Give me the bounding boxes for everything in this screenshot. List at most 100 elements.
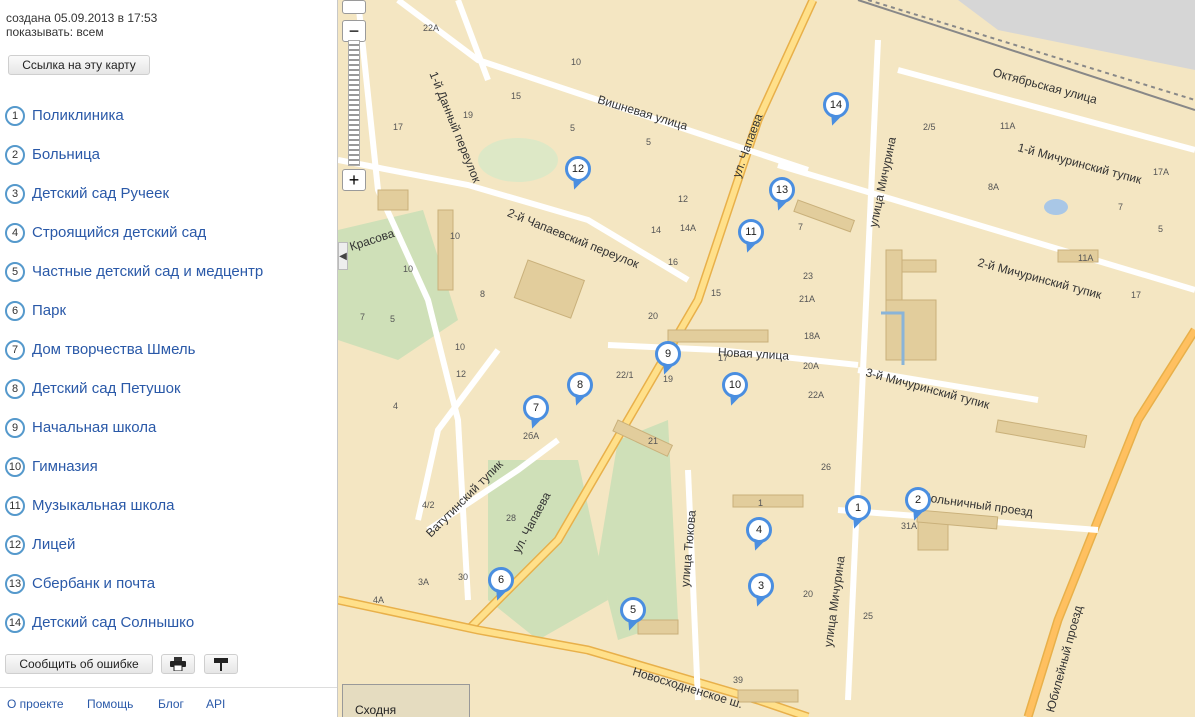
sidebar: создана 05.09.2013 в 17:53 показывать: в… bbox=[0, 0, 338, 717]
map-marker[interactable]: 11 bbox=[738, 219, 764, 245]
map-marker[interactable]: 6 bbox=[488, 567, 514, 593]
place-item[interactable]: 6 Парк bbox=[5, 291, 263, 330]
collapse-sidebar-button[interactable]: ◀ bbox=[338, 242, 348, 270]
place-number: 2 bbox=[5, 144, 25, 165]
svg-text:10: 10 bbox=[403, 264, 413, 274]
svg-text:19: 19 bbox=[463, 110, 473, 120]
place-link[interactable]: Лицей bbox=[32, 536, 75, 553]
svg-text:16: 16 bbox=[668, 257, 678, 267]
place-link[interactable]: Больница bbox=[32, 146, 100, 163]
embed-button[interactable] bbox=[204, 654, 238, 674]
place-link[interactable]: Частные детский сад и медцентр bbox=[32, 263, 263, 280]
help-link[interactable]: Помощь bbox=[87, 697, 133, 711]
svg-text:2/5: 2/5 bbox=[923, 122, 936, 132]
place-item[interactable]: 2 Больница bbox=[5, 135, 263, 174]
svg-text:10: 10 bbox=[450, 231, 460, 241]
print-button[interactable] bbox=[161, 654, 195, 674]
place-link[interactable]: Парк bbox=[32, 302, 66, 319]
map-marker[interactable]: 7 bbox=[523, 395, 549, 421]
map-canvas[interactable]: 22А 10 15 5 5 12 14А 14 16 20 19 22/1 17 15 23 21А 18А 20… bbox=[338, 0, 1195, 717]
map-marker[interactable]: 10 bbox=[722, 372, 748, 398]
place-item[interactable]: 13 Сбербанк и почта bbox=[5, 564, 263, 603]
place-link[interactable]: Начальная школа bbox=[32, 419, 156, 436]
place-item[interactable]: 3 Детский сад Ручеек bbox=[5, 174, 263, 213]
svg-text:5: 5 bbox=[390, 314, 395, 324]
api-link[interactable]: API bbox=[206, 697, 225, 711]
svg-text:14А: 14А bbox=[680, 223, 696, 233]
map-marker[interactable]: 14 bbox=[823, 92, 849, 118]
svg-text:39: 39 bbox=[733, 675, 743, 685]
svg-text:22А: 22А bbox=[808, 390, 824, 400]
svg-text:31А: 31А bbox=[901, 521, 917, 531]
created-date: создана 05.09.2013 в 17:53 bbox=[6, 11, 158, 25]
minimap[interactable]: Сходня bbox=[342, 684, 470, 717]
map-marker[interactable]: 5 bbox=[620, 597, 646, 623]
svg-text:15: 15 bbox=[511, 91, 521, 101]
map-marker[interactable]: 4 bbox=[746, 517, 772, 543]
place-link[interactable]: Сбербанк и почта bbox=[32, 575, 155, 592]
place-number: 1 bbox=[5, 105, 25, 126]
place-number: 6 bbox=[5, 300, 25, 321]
place-link[interactable]: Детский сад Петушок bbox=[32, 380, 181, 397]
place-item[interactable]: 1 Поликлиника bbox=[5, 96, 263, 135]
zoom-slider[interactable] bbox=[348, 40, 360, 166]
map-marker[interactable]: 13 bbox=[769, 177, 795, 203]
place-item[interactable]: 8 Детский сад Петушок bbox=[5, 369, 263, 408]
place-link[interactable]: Детский сад Солнышко bbox=[32, 614, 194, 631]
place-item[interactable]: 10 Гимназия bbox=[5, 447, 263, 486]
svg-text:28: 28 bbox=[506, 513, 516, 523]
report-error-button[interactable]: Сообщить об ошибке bbox=[5, 654, 153, 674]
place-link[interactable]: Строящийся детский сад bbox=[32, 224, 206, 241]
svg-text:26: 26 bbox=[821, 462, 831, 472]
svg-text:7: 7 bbox=[798, 222, 803, 232]
map-marker[interactable]: 9 bbox=[655, 341, 681, 367]
places-list: 1 Поликлиника 2 Больница 3 Детский сад Руче… bbox=[5, 96, 263, 642]
svg-text:1: 1 bbox=[758, 498, 763, 508]
zoom-in-button[interactable]: + bbox=[342, 169, 366, 191]
svg-text:18А: 18А bbox=[804, 331, 820, 341]
svg-text:22А: 22А bbox=[423, 23, 439, 33]
svg-text:20: 20 bbox=[648, 311, 658, 321]
svg-text:22/1: 22/1 bbox=[616, 370, 634, 380]
place-number: 5 bbox=[5, 261, 25, 282]
svg-text:20: 20 bbox=[803, 589, 813, 599]
about-link[interactable]: О проекте bbox=[7, 697, 64, 711]
place-number: 8 bbox=[5, 378, 25, 399]
place-number: 7 bbox=[5, 339, 25, 360]
map-marker[interactable]: 3 bbox=[748, 573, 774, 599]
place-link[interactable]: Гимназия bbox=[32, 458, 98, 475]
svg-text:4А: 4А bbox=[373, 595, 384, 605]
map-marker[interactable]: 8 bbox=[567, 372, 593, 398]
place-item[interactable]: 9 Начальная школа bbox=[5, 408, 263, 447]
place-item[interactable]: 11 Музыкальная школа bbox=[5, 486, 263, 525]
place-link[interactable]: Поликлиника bbox=[32, 107, 124, 124]
place-link[interactable]: Детский сад Ручеек bbox=[32, 185, 169, 202]
place-number: 11 bbox=[5, 495, 25, 516]
map-link-button[interactable]: Ссылка на эту карту bbox=[8, 55, 150, 75]
place-number: 4 bbox=[5, 222, 25, 243]
place-item[interactable]: 14 Детский сад Солнышко bbox=[5, 603, 263, 642]
svg-text:5: 5 bbox=[1158, 224, 1163, 234]
place-number: 14 bbox=[5, 612, 25, 633]
svg-text:5: 5 bbox=[570, 123, 575, 133]
svg-text:25: 25 bbox=[863, 611, 873, 621]
place-item[interactable]: 5 Частные детский сад и медцентр bbox=[5, 252, 263, 291]
printer-icon bbox=[170, 657, 186, 671]
place-number: 3 bbox=[5, 183, 25, 204]
place-item[interactable]: 12 Лицей bbox=[5, 525, 263, 564]
map-marker[interactable]: 12 bbox=[565, 156, 591, 182]
zoom-out-button[interactable]: − bbox=[342, 20, 366, 42]
map-marker[interactable]: 2 bbox=[905, 487, 931, 513]
place-number: 9 bbox=[5, 417, 25, 438]
svg-text:4/2: 4/2 bbox=[422, 500, 435, 510]
compass-icon[interactable] bbox=[342, 0, 366, 14]
blog-link[interactable]: Блог bbox=[158, 697, 184, 711]
place-item[interactable]: 7 Дом творчества Шмель bbox=[5, 330, 263, 369]
place-link[interactable]: Дом творчества Шмель bbox=[32, 341, 195, 358]
svg-text:3А: 3А bbox=[418, 577, 429, 587]
map-marker[interactable]: 1 bbox=[845, 495, 871, 521]
place-item[interactable]: 4 Строящийся детский сад bbox=[5, 213, 263, 252]
place-number: 13 bbox=[5, 573, 25, 594]
place-link[interactable]: Музыкальная школа bbox=[32, 497, 174, 514]
svg-text:12: 12 bbox=[678, 194, 688, 204]
